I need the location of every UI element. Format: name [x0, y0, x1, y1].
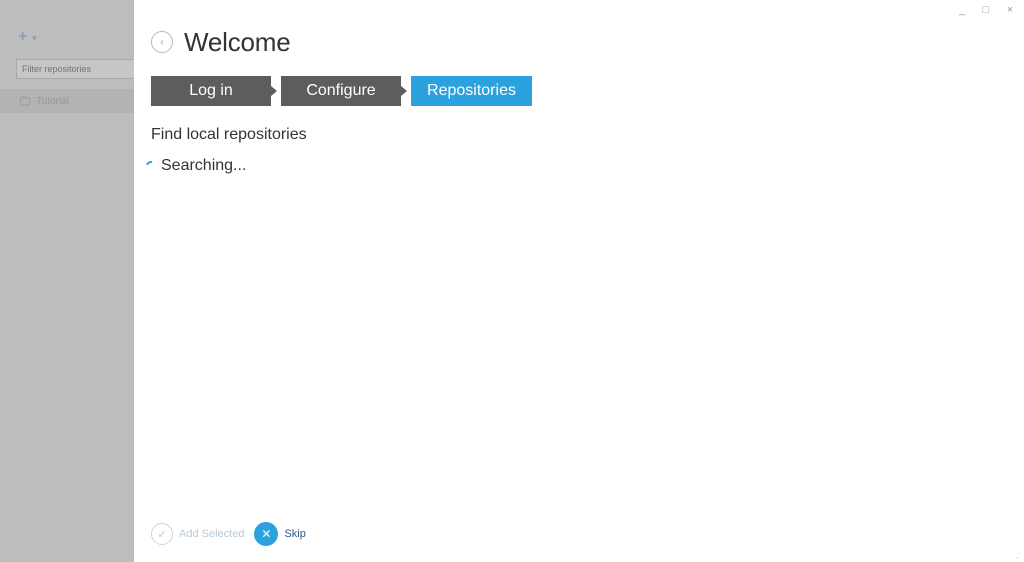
page-title: Welcome	[184, 27, 291, 57]
step-repositories[interactable]: Repositories	[411, 76, 532, 106]
sidebar-item-tutorial[interactable]: Tutorial	[0, 89, 134, 113]
close-button[interactable]: ×	[1004, 4, 1016, 16]
search-status: Searching...	[144, 157, 247, 175]
loading-spinner-icon	[144, 159, 158, 173]
repository-icon	[20, 96, 30, 106]
minimize-button[interactable]: _	[956, 4, 968, 16]
maximize-button[interactable]: □	[980, 4, 992, 16]
main-panel: _ □ × ‹ Welcome Log in Configure Reposit…	[134, 0, 1024, 562]
footer-actions: ✓ Add Selected ✕ Skip	[151, 522, 306, 546]
sidebar: + ▼ Tutorial	[0, 0, 134, 562]
add-selected-label: Add Selected	[179, 528, 245, 540]
skip-button[interactable]: ✕ Skip	[254, 522, 306, 546]
add-repository-button[interactable]: + ▼	[18, 28, 38, 46]
back-button[interactable]: ‹	[151, 31, 173, 53]
section-title: Find local repositories	[151, 126, 307, 143]
sidebar-item-label: Tutorial	[36, 95, 69, 107]
status-text: Searching...	[161, 157, 247, 174]
add-selected-button[interactable]: ✓ Add Selected	[151, 523, 244, 545]
step-arrow	[271, 86, 277, 96]
chevron-left-icon: ‹	[160, 36, 164, 48]
skip-label: Skip	[284, 528, 306, 540]
checkmark-icon: ✓	[151, 523, 173, 545]
step-log-in[interactable]: Log in	[151, 76, 271, 106]
plus-icon: +	[18, 28, 28, 45]
step-configure[interactable]: Configure	[281, 76, 401, 106]
close-icon: ✕	[254, 522, 279, 546]
window-controls: _ □ ×	[956, 4, 1016, 16]
chevron-down-icon: ▼	[30, 33, 39, 43]
resize-grip-icon[interactable]: .:	[1016, 552, 1020, 560]
filter-repositories-input[interactable]	[16, 59, 134, 79]
step-arrow	[401, 86, 407, 96]
